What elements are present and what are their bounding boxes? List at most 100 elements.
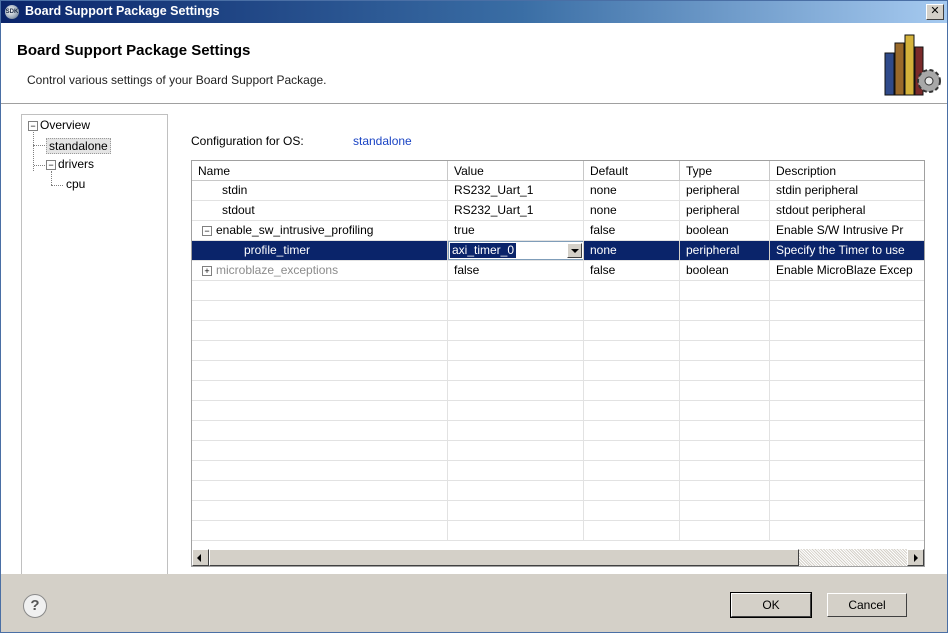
empty-cell [448,461,584,480]
empty-cell [192,521,448,540]
cancel-button[interactable]: Cancel [827,593,907,617]
empty-cell [192,481,448,500]
row-name: enable_sw_intrusive_profiling [192,221,448,240]
table-row-selected[interactable]: profile_timer axi_timer_0 none periphera… [192,241,924,261]
header-title: Board Support Package Settings [17,42,251,59]
row-name: stdin [192,181,448,200]
empty-cell [770,421,924,440]
scroll-left-icon[interactable] [192,549,209,566]
empty-cell [584,321,680,340]
empty-cell [680,281,770,300]
help-icon[interactable]: ? [23,594,47,618]
column-header-type[interactable]: Type [680,161,770,181]
tree-item-cpu[interactable]: cpu [66,177,85,191]
tree-item-drivers[interactable]: drivers [58,157,94,171]
empty-table-row [192,421,924,441]
title-bar[interactable]: SDK Board Support Package Settings ✕ [1,1,947,23]
row-value[interactable]: true [448,221,584,240]
column-header-value[interactable]: Value [448,161,584,181]
tree-item-overview[interactable]: Overview [40,118,90,132]
empty-cell [584,421,680,440]
sdk-app-icon: SDK [5,5,19,19]
row-value[interactable]: RS232_Uart_1 [448,201,584,220]
empty-cell [770,361,924,380]
empty-cell [192,341,448,360]
ok-button[interactable]: OK [730,592,812,618]
column-header-description[interactable]: Description [770,161,924,181]
scrollbar-thumb[interactable] [209,549,799,566]
empty-cell [770,341,924,360]
row-name: microblaze_exceptions [192,261,448,280]
empty-table-row [192,501,924,521]
empty-cell [584,361,680,380]
empty-cell [448,481,584,500]
empty-cell [770,281,924,300]
empty-cell [584,441,680,460]
empty-table-row [192,521,924,541]
empty-cell [584,381,680,400]
empty-cell [680,301,770,320]
empty-cell [192,381,448,400]
empty-cell [680,481,770,500]
dropdown-arrow-icon[interactable] [567,243,582,258]
row-name: profile_timer [192,241,448,260]
collapse-drivers-icon[interactable]: − [46,160,56,170]
content-area: − Overview standalone − drivers cpu Conf… [1,104,947,576]
table-row[interactable]: stdin RS232_Uart_1 none peripheral stdin… [192,181,924,201]
empty-cell [680,361,770,380]
row-description: Specify the Timer to use [776,243,905,257]
empty-cell [192,281,448,300]
navigation-tree: − Overview standalone − drivers cpu [21,114,168,576]
empty-cell [584,301,680,320]
tree-item-standalone[interactable]: standalone [46,138,111,154]
table-row[interactable]: stdout RS232_Uart_1 none peripheral stdo… [192,201,924,221]
row-description: stdin peripheral [776,183,859,197]
empty-cell [448,521,584,540]
column-header-default[interactable]: Default [584,161,680,181]
empty-table-row [192,361,924,381]
row-default: false [584,221,680,240]
empty-cell [448,321,584,340]
empty-cell [584,461,680,480]
empty-cell [448,341,584,360]
row-default: none [584,181,680,200]
row-description: stdout peripheral [776,203,866,217]
empty-cell [192,301,448,320]
header-subtitle: Control various settings of your Board S… [27,73,327,87]
empty-cell [192,501,448,520]
empty-cell [584,521,680,540]
dropdown-selected-value: axi_timer_0 [450,243,517,258]
empty-cell [680,341,770,360]
table-row[interactable]: + microblaze_exceptions false false bool… [192,261,924,281]
scroll-right-icon[interactable] [907,549,924,566]
empty-cell [448,441,584,460]
row-value[interactable]: RS232_Uart_1 [448,181,584,200]
empty-cell [584,481,680,500]
empty-cell [680,401,770,420]
column-header-name[interactable]: Name [192,161,448,181]
empty-cell [770,521,924,540]
collapse-overview-icon[interactable]: − [28,121,38,131]
row-default: none [584,241,680,260]
row-type: peripheral [680,241,770,260]
table-row[interactable]: − enable_sw_intrusive_profiling true fal… [192,221,924,241]
empty-cell [192,461,448,480]
empty-cell [192,401,448,420]
dialog-header: Board Support Package Settings Control v… [1,23,947,104]
empty-cell [770,501,924,520]
close-button[interactable]: ✕ [926,4,944,20]
horizontal-scrollbar[interactable] [192,549,924,566]
row-type: peripheral [680,181,770,200]
books-gear-icon [884,34,941,96]
empty-table-row [192,461,924,481]
empty-cell [448,421,584,440]
profile-timer-dropdown[interactable]: axi_timer_0 [448,241,583,260]
empty-cell [584,341,680,360]
empty-cell [770,441,924,460]
row-value[interactable]: false [448,261,584,280]
config-os-label: Configuration for OS: [191,134,304,148]
row-name: stdout [192,201,448,220]
empty-table-row [192,381,924,401]
empty-cell [448,301,584,320]
empty-cell [680,381,770,400]
